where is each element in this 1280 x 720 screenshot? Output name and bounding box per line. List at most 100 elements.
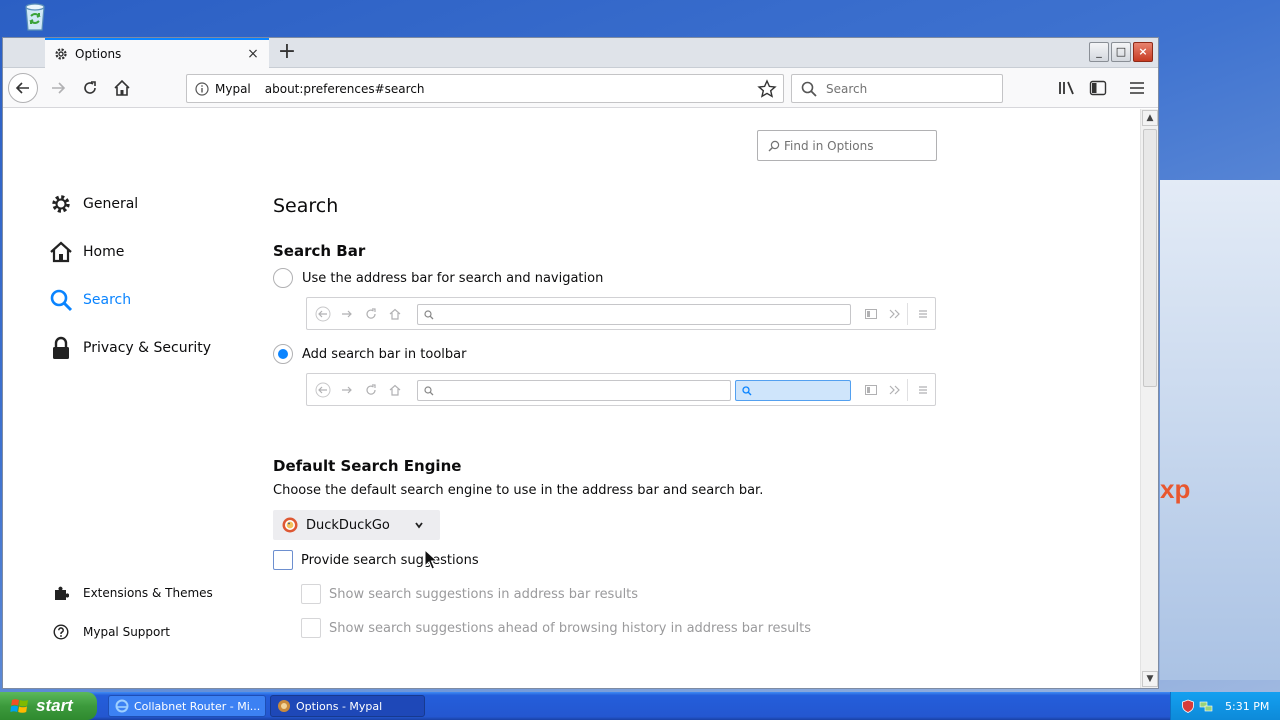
browser-window: Options × + _ □ × Mypal about:preference… (2, 37, 1159, 689)
home-icon (50, 241, 72, 263)
category-home[interactable]: Home (49, 240, 124, 264)
help-icon (53, 624, 69, 640)
tab-close-button[interactable]: × (245, 46, 261, 62)
sidebar-preview-icon (863, 306, 879, 322)
taskbar-item-options[interactable]: Options - Mypal (270, 695, 425, 717)
radio-dot (278, 349, 288, 359)
search-bar-placeholder: Search (826, 81, 868, 96)
close-window-button[interactable]: × (1133, 42, 1153, 62)
default-engine-description: Choose the default search engine to use … (273, 483, 764, 498)
search-icon (768, 140, 780, 151)
url-preview-field (417, 380, 731, 401)
suggest-address-bar-checkbox[interactable]: Show search suggestions in address bar r… (301, 584, 638, 604)
menu-preview-icon (915, 382, 931, 398)
reload-preview-icon (363, 306, 379, 322)
gear-icon (52, 195, 70, 213)
library-button[interactable] (1055, 76, 1079, 100)
category-label: Home (83, 244, 125, 260)
bookmark-star-icon[interactable] (757, 78, 777, 99)
preferences-content: Find in Options General Home Search Priv… (3, 109, 1140, 688)
search-icon (424, 386, 434, 396)
wallpaper-text: xp (1160, 474, 1191, 504)
default-engine-dropdown[interactable]: DuckDuckGo (273, 510, 440, 540)
maximize-button[interactable]: □ (1111, 42, 1131, 62)
url-text[interactable]: about:preferences#search (265, 82, 757, 96)
menu-button[interactable] (1125, 76, 1149, 100)
selected-engine: DuckDuckGo (306, 517, 390, 533)
overflow-preview-icon (887, 306, 903, 322)
search-icon (50, 289, 73, 312)
suggest-ahead-checkbox[interactable]: Show search suggestions ahead of browsin… (301, 618, 811, 638)
category-general[interactable]: General (49, 192, 138, 216)
library-icon (1059, 81, 1074, 95)
url-preview-field (417, 304, 851, 325)
default-engine-heading: Default Search Engine (273, 457, 462, 475)
home-preview-icon (387, 382, 403, 398)
task-label: Collabnet Router - Mi... (134, 699, 261, 713)
network-icon[interactable] (1199, 699, 1213, 713)
radio-address-bar-option[interactable]: Use the address bar for search and navig… (273, 268, 603, 288)
puzzle-icon (55, 586, 69, 600)
taskbar-item-collabnet[interactable]: Collabnet Router - Mi... (108, 695, 266, 717)
mouse-cursor-icon (424, 549, 438, 570)
radio-label: Add search bar in toolbar (302, 346, 467, 362)
site-identity[interactable]: Mypal (215, 82, 265, 96)
info-icon[interactable] (195, 81, 209, 96)
back-preview-icon (315, 306, 331, 322)
mypal-support-link[interactable]: Mypal Support (53, 624, 170, 640)
provide-suggestions-checkbox[interactable]: Provide search suggestions (273, 550, 479, 570)
reload-button[interactable] (75, 73, 105, 103)
scroll-thumb[interactable] (1143, 129, 1157, 387)
search-bar[interactable]: Search (791, 74, 1003, 103)
sidebar-preview-icon (863, 382, 879, 398)
menu-preview-icon (915, 306, 931, 322)
checkbox[interactable] (273, 550, 293, 570)
vertical-scrollbar[interactable]: ▲ ▼ (1140, 109, 1158, 688)
checkbox[interactable] (301, 618, 321, 638)
category-privacy-security[interactable]: Privacy & Security (49, 336, 211, 360)
footer-label: Extensions & Themes (83, 586, 213, 600)
shield-icon[interactable] (1181, 699, 1195, 713)
minimize-button[interactable]: _ (1089, 42, 1109, 62)
search-icon (801, 81, 817, 97)
duckduckgo-icon (282, 517, 298, 533)
hamburger-icon (1130, 82, 1144, 94)
url-bar[interactable]: Mypal about:preferences#search (186, 74, 784, 103)
lock-icon (53, 336, 69, 359)
tab-strip: Options × + _ □ × (3, 38, 1158, 68)
search-preview-field (735, 380, 851, 401)
windows-flag-icon (10, 699, 28, 713)
find-in-options-input[interactable]: Find in Options (757, 130, 937, 161)
search-bar-heading: Search Bar (273, 242, 366, 260)
category-label: General (83, 196, 139, 212)
new-tab-button[interactable]: + (275, 41, 299, 65)
back-button[interactable] (8, 73, 38, 103)
recycle-bin-icon[interactable] (20, 2, 50, 32)
category-search[interactable]: Search (49, 288, 131, 312)
sidebar-icon (1089, 80, 1107, 96)
find-placeholder: Find in Options (784, 138, 874, 153)
start-button[interactable]: start (0, 692, 97, 720)
system-tray: 5:31 PM (1170, 692, 1280, 720)
mypal-icon (278, 700, 290, 712)
extensions-themes-link[interactable]: Extensions & Themes (53, 585, 213, 601)
radio-button[interactable] (273, 344, 293, 364)
tab-options[interactable]: Options × (45, 38, 269, 68)
sidebar-button[interactable] (1086, 76, 1110, 100)
clock: 5:31 PM (1225, 699, 1270, 713)
checkbox[interactable] (301, 584, 321, 604)
home-button[interactable] (107, 73, 137, 103)
scroll-down-button[interactable]: ▼ (1142, 671, 1158, 687)
radio-toolbar-option[interactable]: Add search bar in toolbar (273, 344, 466, 364)
reload-preview-icon (363, 382, 379, 398)
divider (907, 379, 908, 401)
forward-button[interactable] (43, 73, 73, 103)
start-label: start (36, 696, 73, 715)
scroll-up-button[interactable]: ▲ (1142, 110, 1158, 126)
radio-button[interactable] (273, 268, 293, 288)
checkbox-label: Provide search suggestions (301, 552, 479, 568)
internet-explorer-icon (115, 699, 129, 713)
overflow-preview-icon (887, 382, 903, 398)
address-bar-preview (306, 297, 936, 330)
radio-label: Use the address bar for search and navig… (302, 270, 604, 286)
